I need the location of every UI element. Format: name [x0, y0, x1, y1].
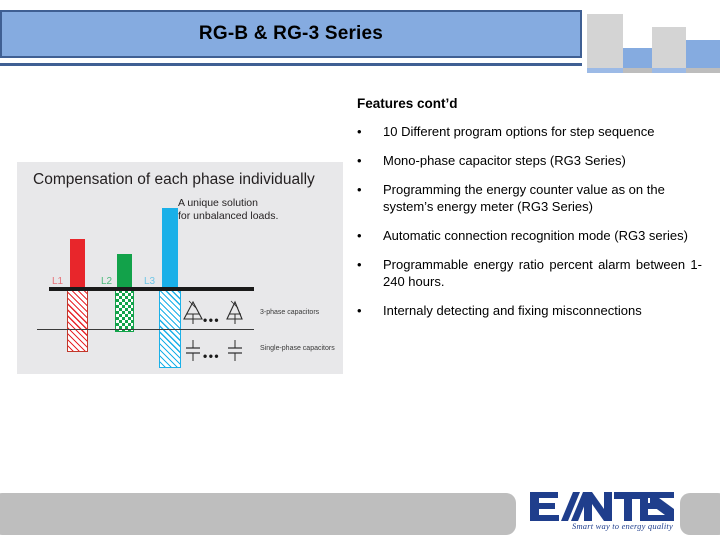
phase-label-l1: L1 — [52, 276, 64, 287]
phase-bar-l1-below — [67, 289, 88, 352]
decor-baseline-gray-1 — [623, 68, 652, 73]
phase-bar-l2-below — [115, 289, 134, 332]
list-item-label: 10 Different program options for step se… — [383, 124, 655, 139]
list-item: • Mono-phase capacitor steps (RG3 Series… — [357, 152, 702, 169]
decor-block-gray-2 — [652, 27, 686, 68]
single-phase-capacitors-label: Single-phase capacitors — [260, 345, 335, 352]
bullet-icon: • — [357, 303, 362, 318]
entes-logo: Smart way to energy quality — [528, 490, 676, 538]
divider-line — [37, 329, 254, 330]
footer-bar-left — [0, 493, 516, 535]
single-phase-ellipsis: ••• — [203, 349, 221, 363]
phase-label-l3: L3 — [144, 276, 156, 287]
list-item: • Programming the energy counter value a… — [357, 181, 702, 215]
list-item: • Internaly detecting and fixing misconn… — [357, 302, 702, 319]
three-phase-capacitors-label: 3-phase capacitors — [260, 309, 320, 316]
bullet-icon: • — [357, 257, 362, 272]
features-content: Features cont’d • 10 Different program o… — [357, 96, 702, 331]
decor-block-gray-1 — [587, 14, 623, 68]
list-item-label: Internaly detecting and fixing misconnec… — [383, 303, 642, 318]
busbar-line — [49, 287, 254, 291]
bullet-icon: • — [357, 124, 362, 139]
features-heading: Features cont’d — [357, 96, 458, 111]
list-item-label: Automatic connection recognition mode (R… — [383, 228, 688, 243]
list-item: • 10 Different program options for step … — [357, 123, 702, 140]
entes-logo-mark — [530, 492, 674, 521]
page-title: RG-B & RG-3 Series — [198, 23, 384, 44]
diagram-note-line-1: A unique solution — [178, 197, 258, 209]
compensation-diagram: Compensation of each phase individually … — [17, 162, 343, 374]
phase-bar-l2-above — [117, 254, 132, 288]
list-item: • Automatic connection recognition mode … — [357, 227, 702, 244]
bullet-icon: • — [357, 228, 362, 243]
list-item-label: Mono-phase capacitor steps (RG3 Series) — [383, 153, 626, 168]
slide-title-banner: RG-B & RG-3 Series — [0, 10, 582, 66]
diagram-title: Compensation of each phase individually — [33, 171, 315, 188]
bullet-icon: • — [357, 182, 362, 197]
diagram-note-line-2: for unbalanced loads. — [178, 210, 279, 222]
diagram-note: A unique solution for unbalanced loads. — [178, 197, 278, 223]
list-item: • Programmable energy ratio percent alar… — [357, 256, 702, 290]
decor-baseline-gray-2 — [686, 68, 720, 73]
list-item-label: Programmable energy ratio percent alarm … — [383, 257, 702, 289]
list-item-label: Programming the energy counter value as … — [383, 182, 665, 214]
phase-label-l2: L2 — [101, 276, 113, 287]
footer-bar-right — [680, 493, 720, 535]
decor-block-blue-1 — [623, 48, 653, 68]
logo-tagline: Smart way to energy quality — [572, 521, 673, 531]
title-bar-fill: RG-B & RG-3 Series — [0, 10, 582, 58]
bullet-icon: • — [357, 153, 362, 168]
phase-bar-l3-above — [162, 208, 178, 288]
decor-block-blue-2 — [686, 40, 720, 68]
three-phase-ellipsis: ••• — [203, 313, 221, 327]
title-underline-rule — [0, 63, 582, 66]
phase-bar-l1-above — [70, 239, 85, 288]
